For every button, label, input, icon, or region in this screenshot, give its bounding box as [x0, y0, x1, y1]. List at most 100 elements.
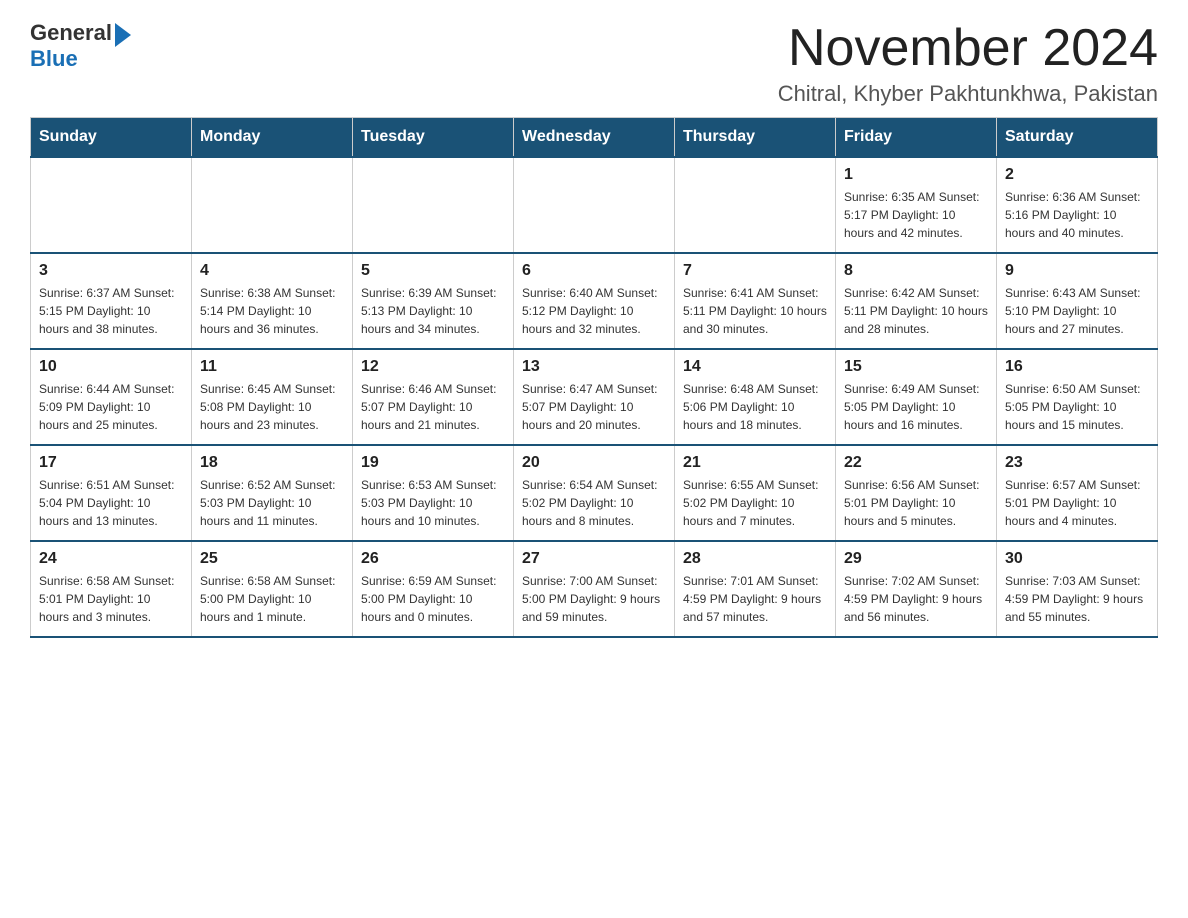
day-number: 14	[683, 358, 827, 376]
day-info: Sunrise: 6:45 AM Sunset: 5:08 PM Dayligh…	[200, 380, 344, 434]
calendar-cell: 21 Sunrise: 6:55 AM Sunset: 5:02 PM Dayli…	[675, 445, 836, 541]
day-info: Sunrise: 6:53 AM Sunset: 5:03 PM Dayligh…	[361, 476, 505, 530]
day-info: Sunrise: 6:41 AM Sunset: 5:11 PM Dayligh…	[683, 284, 827, 338]
calendar-cell: 30 Sunrise: 7:03 AM Sunset: 4:59 PM Dayli…	[997, 541, 1158, 637]
day-info: Sunrise: 6:46 AM Sunset: 5:07 PM Dayligh…	[361, 380, 505, 434]
day-info: Sunrise: 6:58 AM Sunset: 5:01 PM Dayligh…	[39, 572, 183, 626]
logo-general-text: General	[30, 20, 112, 46]
day-number: 11	[200, 358, 344, 376]
day-info: Sunrise: 6:35 AM Sunset: 5:17 PM Dayligh…	[844, 188, 988, 242]
day-info: Sunrise: 6:49 AM Sunset: 5:05 PM Dayligh…	[844, 380, 988, 434]
day-info: Sunrise: 6:42 AM Sunset: 5:11 PM Dayligh…	[844, 284, 988, 338]
logo-blue-text: Blue	[30, 46, 78, 71]
day-info: Sunrise: 6:58 AM Sunset: 5:00 PM Dayligh…	[200, 572, 344, 626]
calendar-cell: 2Sunrise: 6:36 AM Sunset: 5:16 PM Daylig…	[997, 157, 1158, 253]
calendar-cell	[192, 157, 353, 253]
day-number: 29	[844, 550, 988, 568]
calendar-cell: 15 Sunrise: 6:49 AM Sunset: 5:05 PM Dayli…	[836, 349, 997, 445]
day-number: 5	[361, 262, 505, 280]
day-number: 28	[683, 550, 827, 568]
column-header-wednesday: Wednesday	[514, 118, 675, 158]
day-number: 13	[522, 358, 666, 376]
day-number: 6	[522, 262, 666, 280]
calendar-cell: 29 Sunrise: 7:02 AM Sunset: 4:59 PM Dayli…	[836, 541, 997, 637]
day-info: Sunrise: 6:40 AM Sunset: 5:12 PM Dayligh…	[522, 284, 666, 338]
day-info: Sunrise: 6:39 AM Sunset: 5:13 PM Dayligh…	[361, 284, 505, 338]
calendar-cell: 16 Sunrise: 6:50 AM Sunset: 5:05 PM Dayli…	[997, 349, 1158, 445]
calendar-cell: 12 Sunrise: 6:46 AM Sunset: 5:07 PM Dayli…	[353, 349, 514, 445]
column-header-saturday: Saturday	[997, 118, 1158, 158]
day-number: 1	[844, 166, 988, 184]
day-info: Sunrise: 6:56 AM Sunset: 5:01 PM Dayligh…	[844, 476, 988, 530]
day-number: 30	[1005, 550, 1149, 568]
day-number: 18	[200, 454, 344, 472]
day-info: Sunrise: 6:51 AM Sunset: 5:04 PM Dayligh…	[39, 476, 183, 530]
column-header-tuesday: Tuesday	[353, 118, 514, 158]
calendar-cell: 5 Sunrise: 6:39 AM Sunset: 5:13 PM Daylig…	[353, 253, 514, 349]
logo-arrow-icon	[115, 23, 131, 47]
day-number: 26	[361, 550, 505, 568]
column-header-sunday: Sunday	[31, 118, 192, 158]
calendar-week-row: 17 Sunrise: 6:51 AM Sunset: 5:04 PM Dayli…	[31, 445, 1158, 541]
column-header-friday: Friday	[836, 118, 997, 158]
calendar-cell	[675, 157, 836, 253]
day-info: Sunrise: 6:43 AM Sunset: 5:10 PM Dayligh…	[1005, 284, 1149, 338]
day-info: Sunrise: 6:50 AM Sunset: 5:05 PM Dayligh…	[1005, 380, 1149, 434]
calendar-week-row: 10 Sunrise: 6:44 AM Sunset: 5:09 PM Dayli…	[31, 349, 1158, 445]
day-number: 22	[844, 454, 988, 472]
day-info: Sunrise: 6:52 AM Sunset: 5:03 PM Dayligh…	[200, 476, 344, 530]
day-info: Sunrise: 6:55 AM Sunset: 5:02 PM Dayligh…	[683, 476, 827, 530]
calendar-cell: 27 Sunrise: 7:00 AM Sunset: 5:00 PM Dayli…	[514, 541, 675, 637]
calendar-week-row: 1 Sunrise: 6:35 AM Sunset: 5:17 PM Daylig…	[31, 157, 1158, 253]
page-header: General Blue November 2024 Chitral, Khyb…	[30, 20, 1158, 107]
day-info: Sunrise: 6:59 AM Sunset: 5:00 PM Dayligh…	[361, 572, 505, 626]
location-subtitle: Chitral, Khyber Pakhtunkhwa, Pakistan	[778, 81, 1158, 107]
day-number: 25	[200, 550, 344, 568]
day-number: 23	[1005, 454, 1149, 472]
day-number: 15	[844, 358, 988, 376]
calendar-cell: 17 Sunrise: 6:51 AM Sunset: 5:04 PM Dayli…	[31, 445, 192, 541]
day-number: 17	[39, 454, 183, 472]
calendar-cell	[353, 157, 514, 253]
day-info: Sunrise: 7:01 AM Sunset: 4:59 PM Dayligh…	[683, 572, 827, 626]
day-number: 19	[361, 454, 505, 472]
day-number: 10	[39, 358, 183, 376]
day-info: Sunrise: 7:00 AM Sunset: 5:00 PM Dayligh…	[522, 572, 666, 626]
day-number: 20	[522, 454, 666, 472]
day-number: 21	[683, 454, 827, 472]
day-number: 3	[39, 262, 183, 280]
calendar-header-row: SundayMondayTuesdayWednesdayThursdayFrid…	[31, 118, 1158, 158]
calendar-cell: 7 Sunrise: 6:41 AM Sunset: 5:11 PM Daylig…	[675, 253, 836, 349]
calendar-cell	[514, 157, 675, 253]
calendar-cell: 13Sunrise: 6:47 AM Sunset: 5:07 PM Dayli…	[514, 349, 675, 445]
day-info: Sunrise: 7:02 AM Sunset: 4:59 PM Dayligh…	[844, 572, 988, 626]
day-number: 24	[39, 550, 183, 568]
day-number: 8	[844, 262, 988, 280]
calendar-cell: 24 Sunrise: 6:58 AM Sunset: 5:01 PM Dayli…	[31, 541, 192, 637]
day-number: 12	[361, 358, 505, 376]
calendar-cell: 11 Sunrise: 6:45 AM Sunset: 5:08 PM Dayli…	[192, 349, 353, 445]
calendar-cell	[31, 157, 192, 253]
calendar-cell: 26 Sunrise: 6:59 AM Sunset: 5:00 PM Dayli…	[353, 541, 514, 637]
calendar-cell: 20Sunrise: 6:54 AM Sunset: 5:02 PM Dayli…	[514, 445, 675, 541]
calendar-cell: 22 Sunrise: 6:56 AM Sunset: 5:01 PM Dayli…	[836, 445, 997, 541]
calendar-cell: 8 Sunrise: 6:42 AM Sunset: 5:11 PM Daylig…	[836, 253, 997, 349]
calendar-cell: 14Sunrise: 6:48 AM Sunset: 5:06 PM Dayli…	[675, 349, 836, 445]
day-number: 27	[522, 550, 666, 568]
day-info: Sunrise: 6:57 AM Sunset: 5:01 PM Dayligh…	[1005, 476, 1149, 530]
column-header-thursday: Thursday	[675, 118, 836, 158]
day-info: Sunrise: 7:03 AM Sunset: 4:59 PM Dayligh…	[1005, 572, 1149, 626]
day-info: Sunrise: 6:44 AM Sunset: 5:09 PM Dayligh…	[39, 380, 183, 434]
calendar-cell: 23 Sunrise: 6:57 AM Sunset: 5:01 PM Dayli…	[997, 445, 1158, 541]
calendar-cell: 25 Sunrise: 6:58 AM Sunset: 5:00 PM Dayli…	[192, 541, 353, 637]
day-info: Sunrise: 6:37 AM Sunset: 5:15 PM Dayligh…	[39, 284, 183, 338]
calendar-table: SundayMondayTuesdayWednesdayThursdayFrid…	[30, 117, 1158, 638]
logo: General Blue	[30, 20, 131, 72]
day-number: 4	[200, 262, 344, 280]
day-number: 16	[1005, 358, 1149, 376]
calendar-cell: 18 Sunrise: 6:52 AM Sunset: 5:03 PM Dayli…	[192, 445, 353, 541]
day-number: 9	[1005, 262, 1149, 280]
day-number: 7	[683, 262, 827, 280]
calendar-cell: 4Sunrise: 6:38 AM Sunset: 5:14 PM Daylig…	[192, 253, 353, 349]
day-number: 2	[1005, 166, 1149, 184]
